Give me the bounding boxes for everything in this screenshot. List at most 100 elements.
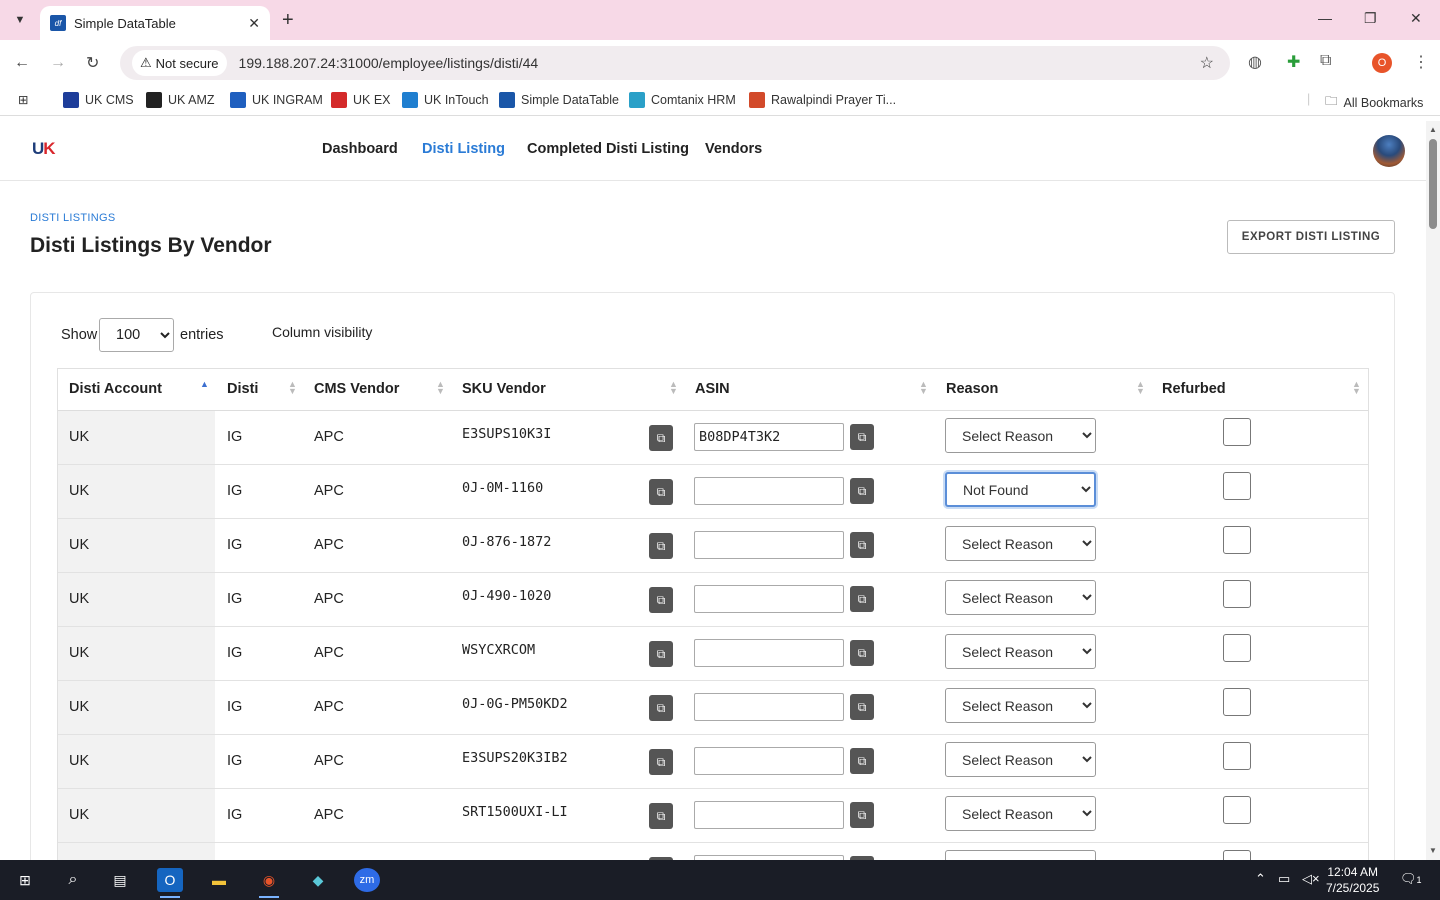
task-view-icon[interactable]: ▤ [107, 868, 133, 892]
refurbed-checkbox[interactable] [1223, 526, 1251, 554]
th-disti-account[interactable]: Disti Account [69, 381, 162, 397]
file-explorer-icon[interactable]: ▬ [206, 868, 232, 892]
windows-start-icon[interactable]: ⊞ [12, 868, 38, 892]
copy-asin-icon[interactable]: ⧉ [850, 802, 874, 828]
refurbed-checkbox[interactable] [1223, 742, 1251, 770]
copy-sku-icon[interactable]: ⧉ [649, 479, 673, 505]
minimize-icon[interactable]: — [1318, 10, 1332, 26]
bookmark-item[interactable]: UK InTouch [402, 92, 489, 108]
asin-input[interactable] [694, 585, 844, 613]
bookmark-item[interactable]: UK CMS [63, 92, 134, 108]
asin-input[interactable] [694, 477, 844, 505]
copy-sku-icon[interactable]: ⧉ [649, 425, 673, 451]
entries-select[interactable]: 100 [99, 318, 174, 352]
extensions-icon[interactable]: ⧉ [1320, 52, 1331, 70]
reason-select[interactable]: Select Reason [945, 526, 1096, 561]
export-disti-listing-button[interactable]: EXPORT DISTI LISTING [1227, 220, 1395, 254]
refurbed-checkbox[interactable] [1223, 580, 1251, 608]
translate-icon[interactable]: ◍ [1248, 52, 1262, 72]
reload-icon[interactable]: ↻ [86, 53, 99, 73]
system-clock[interactable]: 12:04 AM 7/25/2025 [1326, 864, 1379, 896]
sort-icon[interactable]: ▲ ▼ [288, 380, 297, 396]
copy-asin-icon[interactable]: ⧉ [850, 478, 874, 504]
close-window-icon[interactable]: ✕ [1410, 10, 1422, 27]
url-text[interactable]: 199.188.207.24:31000/employee/listings/d… [239, 55, 539, 71]
copy-asin-icon[interactable]: ⧉ [850, 532, 874, 558]
copy-sku-icon[interactable]: ⧉ [649, 695, 673, 721]
asin-input[interactable] [694, 531, 844, 559]
zoom-icon[interactable]: zm [354, 868, 380, 892]
copy-asin-icon[interactable]: ⧉ [850, 586, 874, 612]
notifications-icon[interactable]: 🗨1 [1400, 871, 1422, 887]
volume-icon[interactable]: ◁× [1302, 871, 1320, 887]
copy-asin-icon[interactable]: ⧉ [850, 640, 874, 666]
outlook-icon[interactable]: O [157, 868, 183, 898]
th-disti[interactable]: Disti [227, 381, 258, 397]
bookmark-item[interactable]: Comtanix HRM [629, 92, 736, 108]
asin-input[interactable] [694, 693, 844, 721]
chrome-icon[interactable]: ◉ [256, 868, 282, 898]
copy-asin-icon[interactable]: ⧉ [850, 424, 874, 450]
bookmark-item[interactable]: UK AMZ [146, 92, 215, 108]
menu-kebab-icon[interactable]: ⋮ [1413, 52, 1429, 72]
bookmark-item[interactable]: Rawalpindi Prayer Ti... [749, 92, 896, 108]
copy-asin-icon[interactable]: ⧉ [850, 748, 874, 774]
reason-select[interactable]: Select Reason [945, 688, 1096, 723]
refurbed-checkbox[interactable] [1223, 634, 1251, 662]
sort-icon[interactable]: ▲ ▼ [1352, 380, 1361, 396]
bookmark-item[interactable]: Simple DataTable [499, 92, 619, 108]
reason-select[interactable]: Not Found [945, 472, 1096, 507]
refurbed-checkbox[interactable] [1223, 850, 1251, 860]
search-icon[interactable]: ⌕ [60, 868, 86, 892]
th-refurbed[interactable]: Refurbed [1162, 381, 1226, 397]
column-visibility-button[interactable]: Column visibility [272, 324, 372, 340]
scroll-down-icon[interactable]: ▼ [1429, 846, 1437, 855]
th-cms-vendor[interactable]: CMS Vendor [314, 381, 399, 397]
refurbed-checkbox[interactable] [1223, 418, 1251, 446]
refurbed-checkbox[interactable] [1223, 688, 1251, 716]
nav-dashboard[interactable]: Dashboard [322, 141, 398, 157]
sort-asc-icon[interactable]: ▲ [200, 380, 209, 389]
address-bar[interactable]: ⚠ Not secure 199.188.207.24:31000/employe… [120, 46, 1230, 80]
network-icon[interactable]: ▭ [1278, 871, 1290, 887]
maximize-icon[interactable]: ❐ [1364, 10, 1377, 27]
reason-select[interactable]: Select Reason [945, 742, 1096, 777]
profile-avatar[interactable]: O [1372, 53, 1392, 73]
asin-input[interactable] [694, 423, 844, 451]
close-tab-icon[interactable]: ✕ [248, 15, 260, 32]
sort-icon[interactable]: ▲ ▼ [436, 380, 445, 396]
scrollbar-thumb[interactable] [1429, 139, 1437, 229]
reason-select[interactable]: Select Reason [945, 634, 1096, 669]
bookmark-item[interactable]: UK INGRAM [230, 92, 323, 108]
uk-logo[interactable]: UK [32, 139, 56, 159]
browser-tab[interactable]: df Simple DataTable ✕ [40, 6, 270, 40]
tab-search-icon[interactable]: ▼ [8, 8, 32, 32]
copy-sku-icon[interactable]: ⧉ [649, 803, 673, 829]
security-chip[interactable]: ⚠ Not secure [132, 50, 227, 76]
copy-sku-icon[interactable]: ⧉ [649, 587, 673, 613]
th-asin[interactable]: ASIN [695, 381, 730, 397]
nav-vendors[interactable]: Vendors [705, 141, 762, 157]
all-bookmarks[interactable]: 🗀 All Bookmarks [1325, 92, 1423, 113]
copy-sku-icon[interactable]: ⧉ [649, 749, 673, 775]
th-sku-vendor[interactable]: SKU Vendor [462, 381, 546, 397]
tray-chevron-icon[interactable]: ⌃ [1255, 871, 1266, 887]
back-icon[interactable]: ← [14, 54, 30, 72]
forward-icon[interactable]: → [50, 54, 66, 72]
th-reason[interactable]: Reason [946, 381, 998, 397]
asin-input[interactable] [694, 639, 844, 667]
refurbed-checkbox[interactable] [1223, 472, 1251, 500]
copy-sku-icon[interactable]: ⧉ [649, 641, 673, 667]
reason-select[interactable] [945, 850, 1096, 860]
copy-sku-icon[interactable]: ⧉ [649, 533, 673, 559]
sort-icon[interactable]: ▲ ▼ [1136, 380, 1145, 396]
apps-grid-icon[interactable]: ⊞ [18, 92, 28, 107]
refurbed-checkbox[interactable] [1223, 796, 1251, 824]
asin-input[interactable] [694, 747, 844, 775]
page-scrollbar[interactable]: ▲ ▼ [1426, 121, 1440, 860]
nav-disti-listing[interactable]: Disti Listing [422, 141, 505, 157]
bookmark-star-icon[interactable]: ☆ [1200, 53, 1214, 73]
bookmark-item[interactable]: UK EX [331, 92, 391, 108]
nav-completed-disti-listing[interactable]: Completed Disti Listing [527, 141, 689, 157]
scroll-up-icon[interactable]: ▲ [1429, 125, 1437, 134]
